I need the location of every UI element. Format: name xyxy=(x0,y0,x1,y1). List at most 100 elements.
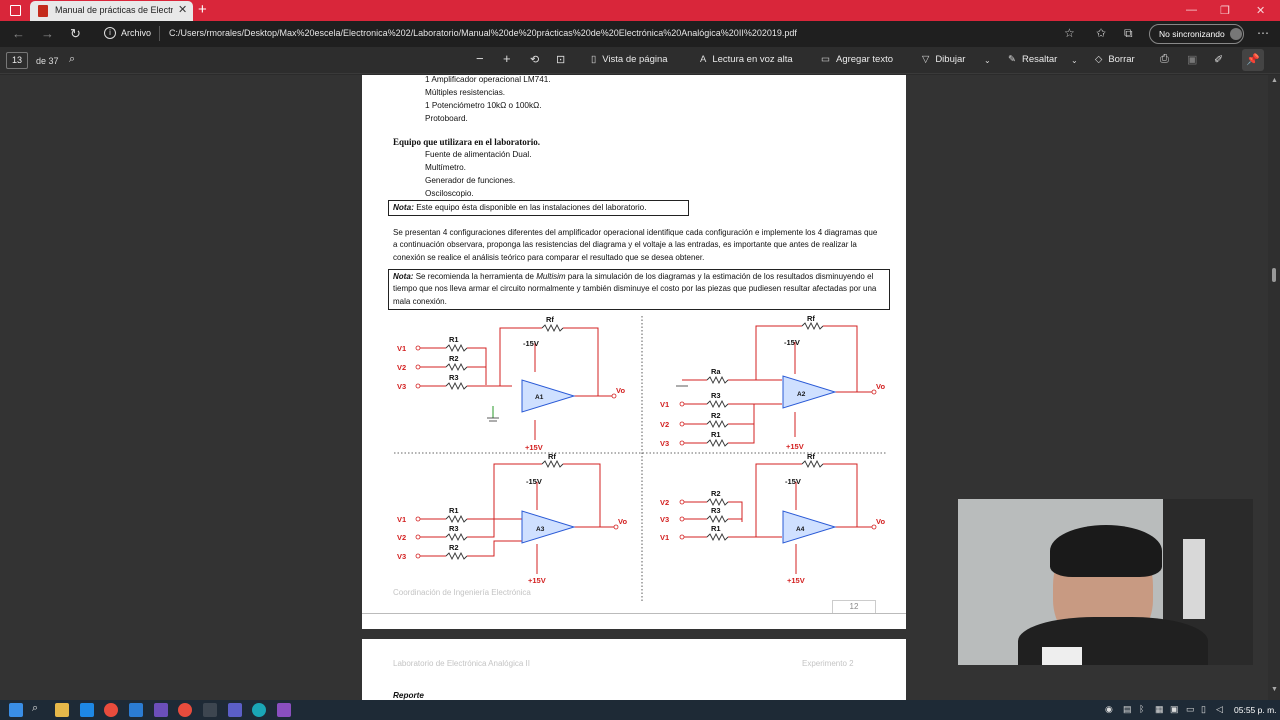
label-amp: A1 xyxy=(535,394,544,401)
material-item: 1 Potenciómetro 10kΩ o 100kΩ. xyxy=(425,101,542,110)
label-neg-supply: -15V xyxy=(526,477,542,486)
teams-icon[interactable] xyxy=(228,703,242,717)
page-number-input[interactable]: 13 xyxy=(6,52,28,69)
equipment-item: Osciloscopio. xyxy=(425,189,474,198)
scroll-down-icon[interactable]: ▼ xyxy=(1271,686,1278,693)
reader-icon[interactable]: ☆ xyxy=(1064,26,1075,40)
rotate-icon[interactable]: ⟲ xyxy=(530,53,539,66)
save-as-icon[interactable]: ✐ xyxy=(1214,53,1223,66)
network-icon[interactable]: ▭ xyxy=(1186,704,1195,715)
material-item: Protoboard. xyxy=(425,114,468,123)
read-aloud-button[interactable]: A Lectura en voz alta xyxy=(700,54,793,65)
scroll-up-icon[interactable]: ▲ xyxy=(1271,77,1278,84)
footer-rule xyxy=(362,613,906,614)
close-tab-icon[interactable]: ✕ xyxy=(178,3,187,16)
page-header-right: Experimento 2 xyxy=(802,659,854,668)
maximize-icon[interactable]: ❐ xyxy=(1220,4,1230,17)
collections-icon[interactable]: ⧉ xyxy=(1124,26,1133,41)
equipment-item: Fuente de alimentación Dual. xyxy=(425,150,532,159)
label-v2: V2 xyxy=(397,363,406,372)
label-out: Vo xyxy=(618,517,627,526)
chrome-2-icon[interactable] xyxy=(178,703,192,717)
tray-icon[interactable]: ▤ xyxy=(1123,704,1132,715)
zoom-in-button[interactable]: + xyxy=(503,51,511,66)
highlight-chevron-down-icon[interactable]: ⌄ xyxy=(1071,56,1078,65)
file-explorer-icon[interactable] xyxy=(55,703,69,717)
print-icon[interactable]: ⎙ xyxy=(1160,53,1169,66)
save-icon[interactable]: ▣ xyxy=(1187,53,1197,66)
circuit-a3 xyxy=(418,463,614,574)
circuit-a2 xyxy=(682,325,872,444)
search-icon[interactable]: ⌕ xyxy=(69,53,75,66)
zoom-out-button[interactable]: − xyxy=(476,51,484,66)
note-box: Nota: Se recomienda la herramienta de Mu… xyxy=(388,269,890,310)
draw-label: Dibujar xyxy=(935,54,966,65)
label-rf: Rf xyxy=(807,452,815,461)
window-menu-icon[interactable] xyxy=(10,5,21,16)
app-icon[interactable] xyxy=(277,703,291,717)
erase-button[interactable]: ◇ Borrar xyxy=(1095,54,1135,65)
address-divider xyxy=(159,26,160,41)
volume-icon[interactable]: ◁ xyxy=(1216,704,1223,715)
favorites-icon[interactable]: ✩ xyxy=(1096,26,1106,40)
address-url[interactable]: C:/Users/rmorales/Desktop/Max%20escela/E… xyxy=(169,28,797,38)
page-total: de 37 xyxy=(36,56,59,66)
draw-chevron-down-icon[interactable]: ⌄ xyxy=(984,56,991,65)
label-r3: R3 xyxy=(449,373,459,382)
instructions-paragraph: Se presentan 4 configuraciones diferente… xyxy=(393,228,878,262)
label-amp: A3 xyxy=(536,526,545,533)
sync-label: No sincronizando xyxy=(1159,29,1225,39)
fit-page-icon[interactable]: ⊡ xyxy=(556,53,565,66)
info-icon[interactable]: i xyxy=(104,27,116,39)
start-icon[interactable] xyxy=(9,703,23,717)
highlight-label: Resaltar xyxy=(1021,54,1058,65)
back-icon[interactable]: ← xyxy=(12,26,25,41)
scrollbar[interactable]: ▲ ▼ xyxy=(1268,75,1280,700)
new-tab-button[interactable]: + xyxy=(198,1,207,19)
pin-toolbar-icon[interactable]: 📌 xyxy=(1242,49,1264,71)
more-menu-icon[interactable]: ⋯ xyxy=(1257,26,1269,40)
erase-label: Borrar xyxy=(1108,54,1135,65)
page-number-label: 12 xyxy=(832,600,876,613)
browser-tab[interactable]: Manual de prácticas de Electrónica Analó… xyxy=(30,1,193,21)
clock[interactable]: 05:55 p. m. xyxy=(1234,705,1277,715)
label-neg-supply: -15V xyxy=(785,477,801,486)
read-aloud-label: Lectura en voz alta xyxy=(712,54,793,65)
note-body: Este equipo ésta disponible en las insta… xyxy=(416,203,647,212)
eraser-icon: ◇ xyxy=(1095,54,1103,65)
opamp-a1 xyxy=(521,379,576,413)
label-amp: A4 xyxy=(796,526,805,533)
scroll-thumb[interactable] xyxy=(1272,268,1276,282)
search-icon[interactable]: ⌕ xyxy=(32,702,38,715)
person-hair xyxy=(1050,525,1162,577)
label-v1: V1 xyxy=(660,533,669,542)
profile-sync-button[interactable]: No sincronizando xyxy=(1149,24,1244,44)
forward-icon[interactable]: → xyxy=(41,26,54,41)
edge-icon[interactable] xyxy=(252,703,266,717)
label-v3: V3 xyxy=(397,552,406,561)
tray-icon[interactable]: ▣ xyxy=(1170,704,1179,715)
address-field[interactable]: i Archivo C:/Users/rmorales/Desktop/Max%… xyxy=(96,23,1080,45)
note-text: Nota: Este equipo ésta disponible en las… xyxy=(393,203,647,212)
bluetooth-icon[interactable]: ᛒ xyxy=(1139,704,1144,714)
note-tool-name: Multisim xyxy=(536,272,566,281)
tray-icon[interactable]: ▦ xyxy=(1155,704,1164,715)
label-r1: R1 xyxy=(449,335,459,344)
outlook-icon[interactable] xyxy=(80,703,94,717)
vscode-icon[interactable] xyxy=(129,703,143,717)
battery-icon[interactable]: ▯ xyxy=(1201,704,1206,715)
label-r2: R2 xyxy=(711,489,721,498)
label-pos-supply: +15V xyxy=(787,576,805,585)
add-text-icon: ▭ xyxy=(821,54,830,65)
refresh-icon[interactable]: ↻ xyxy=(70,26,81,42)
chrome-icon[interactable] xyxy=(104,703,118,717)
visual-studio-icon[interactable] xyxy=(154,703,168,717)
tray-icon[interactable]: ◉ xyxy=(1105,704,1113,715)
page-view-button[interactable]: ▯ Vista de página xyxy=(591,54,668,65)
highlight-button[interactable]: ✎ Resaltar xyxy=(1008,54,1057,65)
close-window-icon[interactable]: ✕ xyxy=(1256,4,1265,17)
add-text-button[interactable]: ▭ Agregar texto xyxy=(821,54,893,65)
obs-icon[interactable] xyxy=(203,703,217,717)
minimize-icon[interactable]: — xyxy=(1186,4,1197,16)
draw-button[interactable]: ▽ Dibujar xyxy=(922,54,965,65)
